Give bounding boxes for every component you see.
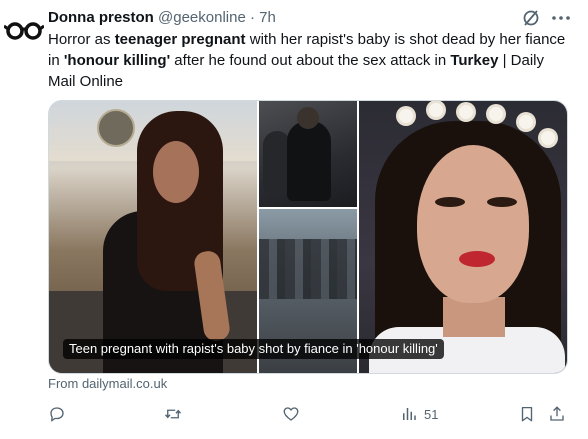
tweet-text-segment: Horror as	[48, 31, 115, 48]
tweet-text-bold: Turkey	[450, 52, 499, 69]
retweet-button[interactable]	[164, 402, 182, 426]
heart-icon	[283, 407, 299, 421]
like-button[interactable]	[282, 402, 300, 426]
avatar[interactable]	[3, 10, 45, 50]
card-source[interactable]: From dailymail.co.uk	[48, 376, 167, 392]
reply-icon	[50, 407, 64, 422]
card-image-right	[359, 101, 567, 373]
views-button[interactable]: 51	[400, 402, 438, 426]
author-handle[interactable]: @geekonline	[158, 9, 246, 26]
views-count: 51	[424, 406, 439, 422]
action-bar: 51	[48, 402, 568, 426]
tweet-header: Donna preston @geekonline · 7h	[48, 8, 276, 28]
tweet-text-segment: after he found out about the sex attack …	[170, 52, 451, 69]
card-image-middle-top	[259, 101, 357, 207]
share-icon	[550, 406, 564, 421]
bookmark-button[interactable]	[518, 402, 536, 426]
author-name[interactable]: Donna preston	[48, 9, 154, 26]
card-caption: Teen pregnant with rapist's baby shot by…	[63, 339, 444, 359]
grok-icon[interactable]	[521, 8, 541, 28]
reply-button[interactable]	[48, 402, 66, 426]
tweet-time[interactable]: 7h	[259, 9, 276, 26]
tweet-text-bold: teenager pregnant	[114, 31, 246, 48]
glasses-avatar-icon	[3, 10, 45, 50]
separator-dot: ·	[249, 9, 255, 26]
card-image-left	[49, 101, 257, 373]
more-options-icon[interactable]	[550, 8, 572, 28]
tweet-text-bold: 'honour killing'	[63, 52, 171, 69]
views-icon	[403, 408, 416, 420]
link-card[interactable]: Teen pregnant with rapist's baby shot by…	[48, 100, 568, 374]
retweet-icon	[164, 409, 182, 419]
bookmark-icon	[521, 406, 533, 422]
tweet-text: Horror as teenager pregnant with her rap…	[48, 29, 568, 92]
share-button[interactable]	[548, 402, 566, 426]
